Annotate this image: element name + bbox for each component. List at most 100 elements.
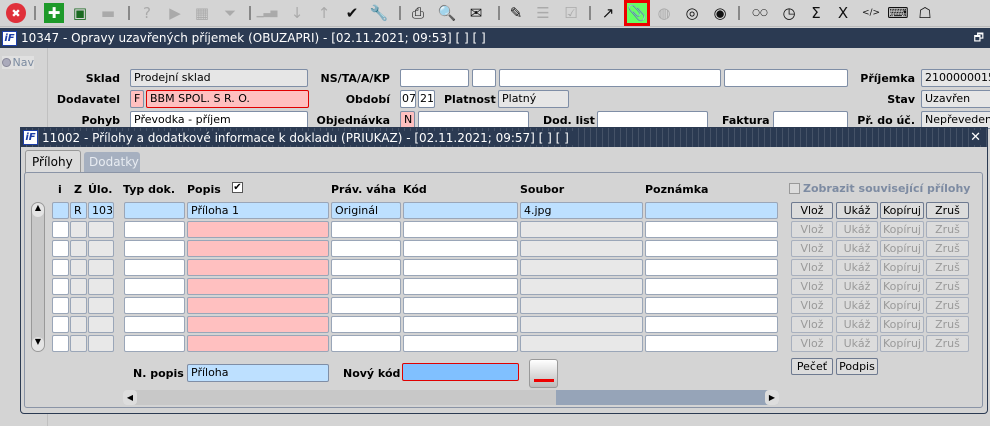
copy-button[interactable]: Kopíruj	[880, 297, 924, 314]
cell-popis[interactable]	[187, 278, 329, 295]
cell-typ[interactable]	[124, 316, 185, 333]
ns-field[interactable]	[400, 69, 469, 87]
cell-prav[interactable]	[331, 335, 401, 352]
a-field[interactable]	[499, 69, 721, 87]
eye-icon[interactable]: ◉	[710, 3, 730, 23]
cell-popis[interactable]	[187, 335, 329, 352]
cell-poznamka[interactable]	[645, 221, 778, 238]
cell-soubor[interactable]	[520, 221, 643, 238]
cell-popis[interactable]	[187, 297, 329, 314]
cell-i[interactable]	[52, 202, 69, 219]
cell-i[interactable]	[52, 335, 69, 352]
insert-button[interactable]: Vlož	[791, 335, 833, 352]
cell-kod[interactable]	[403, 335, 518, 352]
horizontal-scrollbar[interactable]: ◀ ▶	[123, 390, 779, 405]
popis-checkbox[interactable]: ✔	[232, 182, 243, 193]
show-button[interactable]: Ukáž	[836, 221, 878, 238]
close-dialog-icon[interactable]: ✕	[970, 130, 981, 145]
compass-icon[interactable]: ◎	[682, 3, 702, 23]
cell-soubor[interactable]	[520, 316, 643, 333]
cell-kod[interactable]	[403, 316, 518, 333]
cell-prav[interactable]: Originál	[331, 202, 401, 219]
cell-z[interactable]	[70, 240, 87, 257]
ta-field[interactable]	[472, 69, 496, 87]
show-button[interactable]: Ukáž	[836, 297, 878, 314]
cell-soubor[interactable]: 4.jpg	[520, 202, 643, 219]
prijemka-field[interactable]: 2100000015	[921, 69, 990, 87]
sklad-field[interactable]: Prodejní sklad	[130, 69, 308, 87]
cell-typ[interactable]	[124, 259, 185, 276]
cell-popis[interactable]	[187, 221, 329, 238]
filter-icon[interactable]: ⏷	[220, 3, 240, 23]
cell-popis[interactable]	[187, 316, 329, 333]
show-related-checkbox[interactable]	[789, 183, 800, 194]
cell-kod[interactable]	[403, 221, 518, 238]
copy-button[interactable]: Kopíruj	[880, 259, 924, 276]
sort-asc-icon[interactable]: ↓	[287, 3, 307, 23]
cell-z[interactable]	[70, 278, 87, 295]
cell-poznamka[interactable]	[645, 259, 778, 276]
cell-i[interactable]	[52, 297, 69, 314]
cell-kod[interactable]	[403, 278, 518, 295]
cell-ulo[interactable]	[88, 297, 114, 314]
cell-i[interactable]	[52, 259, 69, 276]
cell-ulo[interactable]: 103	[88, 202, 114, 219]
dodavatel-field[interactable]: BBM SPOL. S R. O.	[146, 90, 309, 108]
pecet-button[interactable]: Pečeť	[791, 358, 833, 375]
cell-prav[interactable]	[331, 316, 401, 333]
show-button[interactable]: Ukáž	[836, 335, 878, 352]
cell-ulo[interactable]	[88, 259, 114, 276]
cell-ulo[interactable]	[88, 278, 114, 295]
copy-button[interactable]: Kopíruj	[880, 221, 924, 238]
cell-soubor[interactable]	[520, 278, 643, 295]
cell-z[interactable]	[70, 335, 87, 352]
insert-button[interactable]: Vlož	[791, 221, 833, 238]
cell-i[interactable]	[52, 278, 69, 295]
delete-button[interactable]: Zruš	[926, 259, 969, 276]
cell-kod[interactable]	[403, 240, 518, 257]
cell-kod[interactable]	[403, 202, 518, 219]
cell-popis[interactable]	[187, 259, 329, 276]
cell-prav[interactable]	[331, 259, 401, 276]
obdobi-month-field[interactable]: 07	[400, 90, 416, 108]
cell-z[interactable]	[70, 221, 87, 238]
cell-typ[interactable]	[124, 278, 185, 295]
cell-ulo[interactable]	[88, 335, 114, 352]
scroll-right-icon[interactable]: ▶	[765, 390, 779, 405]
cell-z[interactable]	[70, 297, 87, 314]
cell-soubor[interactable]	[520, 335, 643, 352]
help-icon[interactable]: ?	[137, 3, 157, 23]
cell-z[interactable]	[70, 316, 87, 333]
insert-button[interactable]: Vlož	[791, 240, 833, 257]
delete-button[interactable]: Zruš	[926, 278, 969, 295]
clock-icon[interactable]: ◷	[779, 3, 799, 23]
scroll-down-icon[interactable]: ▼	[32, 337, 44, 351]
copy-button[interactable]: Kopíruj	[880, 335, 924, 352]
scanner-button[interactable]	[529, 359, 558, 388]
scroll-track[interactable]	[556, 390, 779, 405]
tab-prilohy[interactable]: Přílohy	[25, 150, 81, 173]
keyboard-icon[interactable]: ⌨	[887, 3, 909, 23]
glasses-icon[interactable]: ○○	[750, 3, 770, 23]
cell-popis[interactable]	[187, 240, 329, 257]
delete-button[interactable]: Zruš	[926, 202, 969, 219]
tab-dodatky[interactable]: Dodatky	[84, 152, 140, 172]
cell-prav[interactable]	[331, 221, 401, 238]
edit-icon[interactable]: ✎	[506, 3, 526, 23]
play-icon[interactable]: ▶	[165, 3, 185, 23]
checklist-icon[interactable]: ☑	[561, 3, 581, 23]
sort-desc-icon[interactable]: ↑	[314, 3, 334, 23]
cell-typ[interactable]	[124, 221, 185, 238]
scroll-left-icon[interactable]: ◀	[123, 390, 137, 405]
cell-typ[interactable]	[124, 335, 185, 352]
cell-poznamka[interactable]	[645, 202, 778, 219]
stav-field[interactable]: Uzavřen	[921, 90, 990, 108]
kp-field[interactable]	[724, 69, 848, 87]
scroll-up-icon[interactable]: ▲	[32, 203, 44, 217]
cell-prav[interactable]	[331, 278, 401, 295]
close-icon[interactable]: ✖	[6, 3, 26, 23]
insert-button[interactable]: Vlož	[791, 278, 833, 295]
new-kod-field[interactable]	[402, 363, 519, 381]
show-button[interactable]: Ukáž	[836, 259, 878, 276]
sigma-icon[interactable]: Σ	[806, 3, 826, 23]
